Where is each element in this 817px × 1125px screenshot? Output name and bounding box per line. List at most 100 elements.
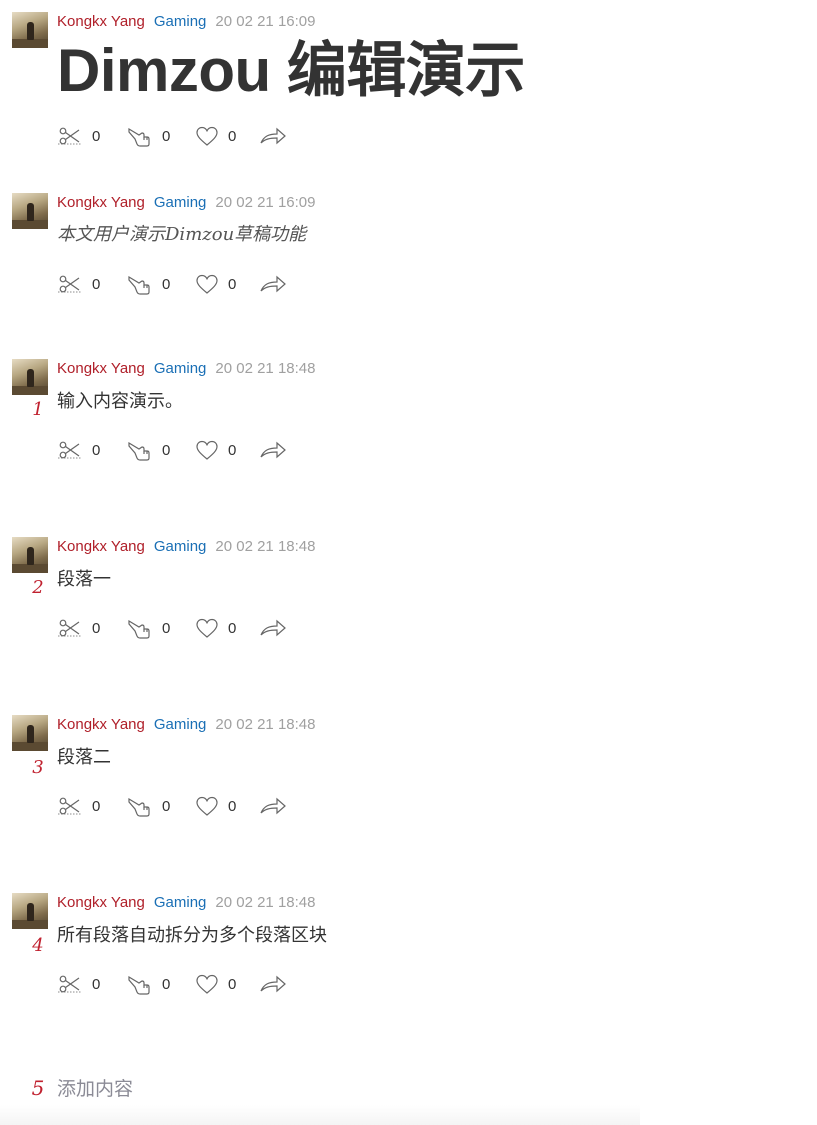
post-title[interactable]: Dimzou 编辑演示: [57, 36, 525, 106]
pointing-hand-icon: [128, 441, 150, 461]
timestamp: 20 02 21 18:48: [215, 894, 316, 911]
author-link[interactable]: Kongkx Yang: [57, 13, 145, 30]
author-link[interactable]: Kongkx Yang: [57, 716, 145, 733]
cut-button[interactable]: 0: [57, 438, 100, 462]
post-meta: Kongkx Yang Gaming 20 02 21 18:48: [57, 893, 315, 913]
scissors-icon: [58, 975, 81, 993]
pointing-hand-icon: [128, 797, 150, 817]
like-count: 0: [228, 441, 237, 459]
paragraph-number: 5: [31, 1076, 45, 1100]
cut-button[interactable]: 0: [57, 124, 100, 148]
like-button[interactable]: 0: [195, 272, 236, 296]
like-count: 0: [228, 797, 237, 815]
share-button[interactable]: [259, 972, 287, 996]
heart-icon: [196, 126, 218, 146]
timestamp: 20 02 21 16:09: [215, 194, 316, 211]
paragraph-number: 2: [32, 577, 44, 598]
share-icon: [260, 619, 286, 637]
post-meta: Kongkx Yang Gaming 20 02 21 18:48: [57, 359, 315, 379]
timestamp: 20 02 21 18:48: [215, 538, 316, 555]
scissors-icon: [58, 441, 81, 459]
share-icon: [260, 127, 286, 145]
cut-count: 0: [92, 127, 101, 145]
like-button[interactable]: 0: [195, 616, 236, 640]
point-button[interactable]: 0: [127, 616, 170, 640]
category-link[interactable]: Gaming: [154, 13, 207, 30]
timestamp: 20 02 21 18:48: [215, 360, 316, 377]
paragraph-text[interactable]: 段落二: [57, 746, 111, 770]
paragraph-number: 3: [32, 757, 44, 778]
cut-count: 0: [92, 975, 101, 993]
post-meta: Kongkx Yang Gaming 20 02 21 18:48: [57, 715, 315, 735]
share-icon: [260, 797, 286, 815]
post-meta: Kongkx Yang Gaming 20 02 21 18:48: [57, 537, 315, 557]
like-count: 0: [228, 275, 237, 293]
share-icon: [260, 441, 286, 459]
pointing-hand-icon: [128, 975, 150, 995]
share-icon: [260, 975, 286, 993]
post-meta: Kongkx Yang Gaming 20 02 21 16:09: [57, 193, 315, 213]
author-link[interactable]: Kongkx Yang: [57, 538, 145, 555]
category-link[interactable]: Gaming: [154, 716, 207, 733]
cut-button[interactable]: 0: [57, 616, 100, 640]
point-button[interactable]: 0: [127, 124, 170, 148]
point-button[interactable]: 0: [127, 972, 170, 996]
avatar[interactable]: [12, 893, 48, 929]
share-button[interactable]: [259, 272, 287, 296]
paragraph-text[interactable]: 段落一: [57, 568, 111, 592]
point-count: 0: [162, 797, 171, 815]
point-count: 0: [162, 619, 171, 637]
cut-button[interactable]: 0: [57, 272, 100, 296]
paragraph-text[interactable]: 所有段落自动拆分为多个段落区块: [57, 924, 327, 948]
paragraph-number: 1: [32, 399, 44, 420]
author-link[interactable]: Kongkx Yang: [57, 360, 145, 377]
add-content-row[interactable]: 5 添加内容: [0, 1076, 817, 1102]
add-content-input[interactable]: 添加内容: [57, 1076, 133, 1102]
point-count: 0: [162, 127, 171, 145]
avatar[interactable]: [12, 12, 48, 48]
point-button[interactable]: 0: [127, 438, 170, 462]
like-button[interactable]: 0: [195, 438, 236, 462]
heart-icon: [196, 796, 218, 816]
post-summary[interactable]: 本文用户演示Dimzou草稿功能: [57, 223, 306, 247]
heart-icon: [196, 618, 218, 638]
avatar[interactable]: [12, 193, 48, 229]
category-link[interactable]: Gaming: [154, 360, 207, 377]
cut-button[interactable]: 0: [57, 972, 100, 996]
scissors-icon: [58, 127, 81, 145]
like-button[interactable]: 0: [195, 124, 236, 148]
category-link[interactable]: Gaming: [154, 194, 207, 211]
like-button[interactable]: 0: [195, 972, 236, 996]
point-button[interactable]: 0: [127, 794, 170, 818]
category-link[interactable]: Gaming: [154, 894, 207, 911]
pointing-hand-icon: [128, 275, 150, 295]
share-button[interactable]: [259, 124, 287, 148]
point-count: 0: [162, 275, 171, 293]
timestamp: 20 02 21 16:09: [215, 13, 316, 30]
cut-button[interactable]: 0: [57, 794, 100, 818]
pointing-hand-icon: [128, 127, 150, 147]
heart-icon: [196, 274, 218, 294]
like-button[interactable]: 0: [195, 794, 236, 818]
share-button[interactable]: [259, 438, 287, 462]
point-button[interactable]: 0: [127, 272, 170, 296]
avatar[interactable]: [12, 715, 48, 751]
scissors-icon: [58, 619, 81, 637]
author-link[interactable]: Kongkx Yang: [57, 194, 145, 211]
paragraph-text[interactable]: 输入内容演示。: [57, 390, 183, 414]
scissors-icon: [58, 797, 81, 815]
avatar[interactable]: [12, 537, 48, 573]
cut-count: 0: [92, 797, 101, 815]
share-button[interactable]: [259, 794, 287, 818]
point-count: 0: [162, 441, 171, 459]
avatar[interactable]: [12, 359, 48, 395]
author-link[interactable]: Kongkx Yang: [57, 894, 145, 911]
cut-count: 0: [92, 441, 101, 459]
heart-icon: [196, 974, 218, 994]
paragraph-number: 4: [32, 935, 44, 956]
share-button[interactable]: [259, 616, 287, 640]
bottom-shadow: [0, 1105, 640, 1125]
pointing-hand-icon: [128, 619, 150, 639]
post-meta: Kongkx Yang Gaming 20 02 21 16:09: [57, 12, 315, 32]
category-link[interactable]: Gaming: [154, 538, 207, 555]
